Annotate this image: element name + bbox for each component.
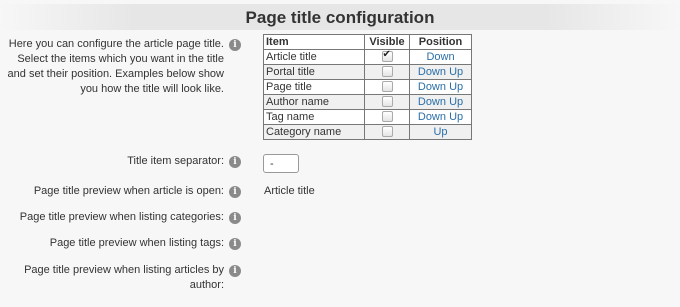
info-icon[interactable]: i xyxy=(229,156,241,168)
visible-checkbox[interactable] xyxy=(381,125,393,137)
item-name: Author name xyxy=(263,94,365,110)
move-down-link[interactable]: Down xyxy=(418,111,446,123)
table-row: Page title Down Up xyxy=(263,79,472,95)
move-down-link[interactable]: Down xyxy=(418,81,446,93)
move-down-link[interactable]: Down xyxy=(426,51,454,63)
preview-author-label-line2: author: xyxy=(189,279,224,291)
move-down-link[interactable]: Down xyxy=(418,66,446,78)
info-icon[interactable]: i xyxy=(229,238,241,250)
move-up-link[interactable]: Up xyxy=(449,66,463,78)
item-name: Portal title xyxy=(263,64,365,80)
info-icon[interactable]: i xyxy=(229,265,241,277)
preview-author-label: Page title preview when listing articles… xyxy=(24,264,224,276)
move-up-link[interactable]: Up xyxy=(449,96,463,108)
table-row: Article title Down xyxy=(263,49,472,65)
item-name: Category name xyxy=(263,124,365,140)
info-icon[interactable]: i xyxy=(229,212,241,224)
visible-checkbox[interactable] xyxy=(381,49,393,62)
visible-checkbox[interactable] xyxy=(381,110,393,122)
column-header-visible: Visible xyxy=(364,34,410,50)
move-up-link[interactable]: Up xyxy=(433,126,447,138)
title-items-table: Item Visible Position Article title Down… xyxy=(263,34,472,140)
page-title: Page title configuration xyxy=(245,8,435,27)
column-header-item: Item xyxy=(263,34,365,50)
visible-checkbox[interactable] xyxy=(381,65,393,77)
preview-tags-label: Page title preview when listing tags: xyxy=(49,237,224,249)
table-row: Tag name Down Up xyxy=(263,109,472,125)
table-row: Author name Down Up xyxy=(263,94,472,110)
info-icon[interactable]: i xyxy=(229,39,241,51)
item-name: Tag name xyxy=(263,109,365,125)
separator-input[interactable] xyxy=(263,154,299,173)
table-row: Portal title Down Up xyxy=(263,64,472,80)
move-down-link[interactable]: Down xyxy=(418,96,446,108)
table-row: Category name Up xyxy=(263,124,472,140)
visible-checkbox[interactable] xyxy=(381,80,393,92)
item-name: Page title xyxy=(263,79,365,95)
info-icon[interactable]: i xyxy=(229,186,241,198)
preview-article-value: Article title xyxy=(264,185,315,197)
description-text: Here you can configure the article page … xyxy=(7,38,224,95)
item-name: Article title xyxy=(263,49,365,65)
move-up-link[interactable]: Up xyxy=(449,81,463,93)
column-header-position: Position xyxy=(409,34,472,50)
visible-checkbox[interactable] xyxy=(381,95,393,107)
separator-label: Title item separator: xyxy=(127,155,224,167)
preview-article-label: Page title preview when article is open: xyxy=(33,185,224,197)
preview-categories-label: Page title preview when listing categori… xyxy=(19,211,224,223)
move-up-link[interactable]: Up xyxy=(449,111,463,123)
table-header-row: Item Visible Position xyxy=(263,34,472,50)
